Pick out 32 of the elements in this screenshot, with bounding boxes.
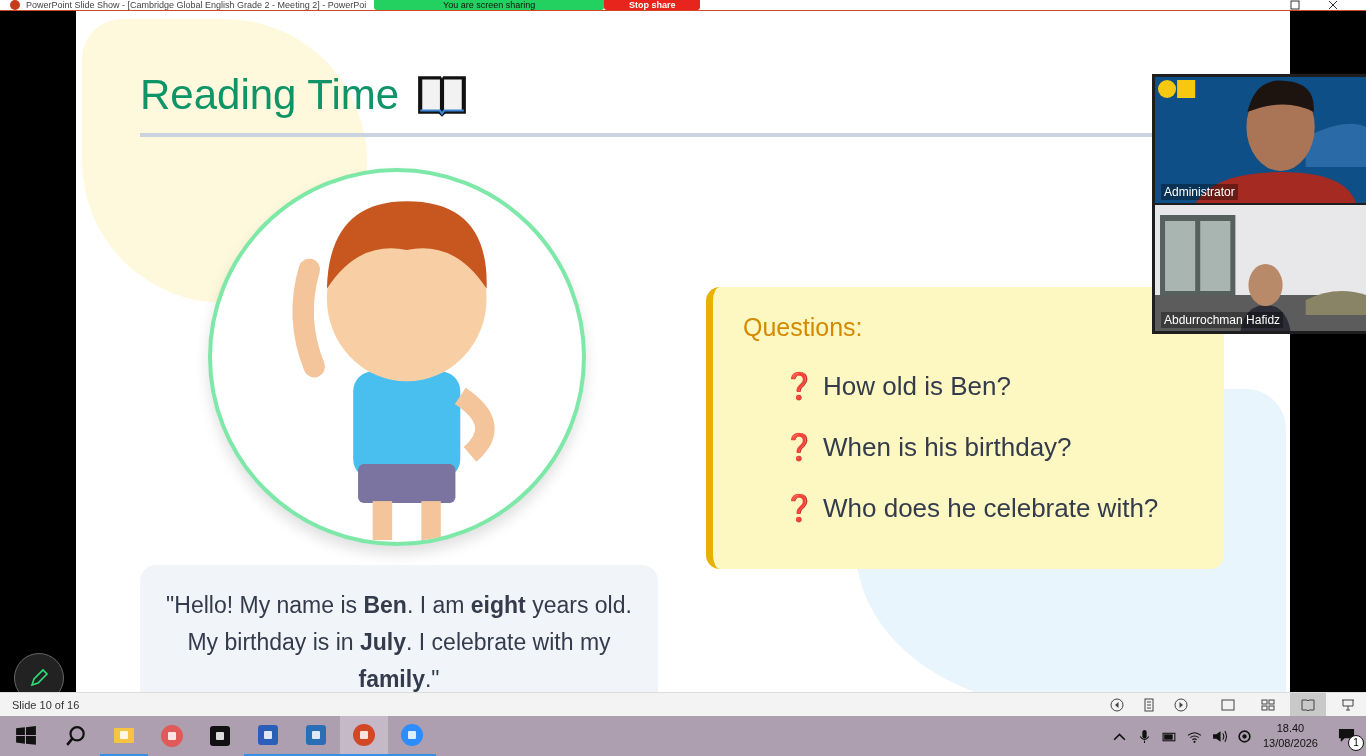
- app-icon[interactable]: [208, 724, 232, 748]
- clock-date[interactable]: 13/08/2026: [1262, 736, 1318, 751]
- quote-text: "Hello! My name is Ben. I am eight years old. My birthday is in July. I celebrate with my family.": [140, 564, 658, 692]
- pencil-icon[interactable]: [29, 667, 49, 688]
- book-icon[interactable]: [1301, 697, 1315, 712]
- restore-icon[interactable]: [1290, 0, 1300, 10]
- question-text: Who does he celebrate with?: [823, 492, 1159, 524]
- speaker-icon[interactable]: [1211, 728, 1227, 744]
- previous-icon[interactable]: [1110, 697, 1124, 712]
- question-mark: ❓: [783, 492, 815, 524]
- pen-button[interactable]: [14, 652, 64, 692]
- next-icon[interactable]: [1174, 697, 1188, 712]
- notification-count: 1: [1348, 735, 1364, 751]
- stop-share-button[interactable]: Stop share: [604, 0, 701, 10]
- participant-name: Administrator: [1161, 183, 1238, 200]
- projector-screen-icon[interactable]: [1341, 697, 1355, 712]
- slide-counter: Slide 10 of 16: [12, 698, 80, 711]
- close-icon[interactable]: [1328, 0, 1338, 10]
- search-icon[interactable]: [65, 725, 87, 747]
- question-mark: ❓: [783, 431, 815, 463]
- window-title: PowerPoint Slide Show - [Cambridge Global English Grade 2 - Meeting 2] - PowerPoi: [26, 0, 367, 10]
- slide-title: Reading Time: [140, 69, 400, 120]
- sharing-banner: You are screen sharing: [374, 0, 605, 10]
- question-text: How old is Ben?: [823, 370, 1011, 402]
- sync-icon[interactable]: [1236, 728, 1252, 744]
- powerpoint-icon: [10, 0, 20, 10]
- question-text: When is his birthday?: [823, 431, 1072, 463]
- participant-name: Abdurrochman Hafidz: [1161, 311, 1284, 328]
- grid-icon[interactable]: [1261, 697, 1275, 712]
- clock-time[interactable]: 18.40: [1276, 721, 1305, 736]
- start-icon[interactable]: [15, 725, 37, 747]
- question-mark: ❓: [783, 370, 815, 402]
